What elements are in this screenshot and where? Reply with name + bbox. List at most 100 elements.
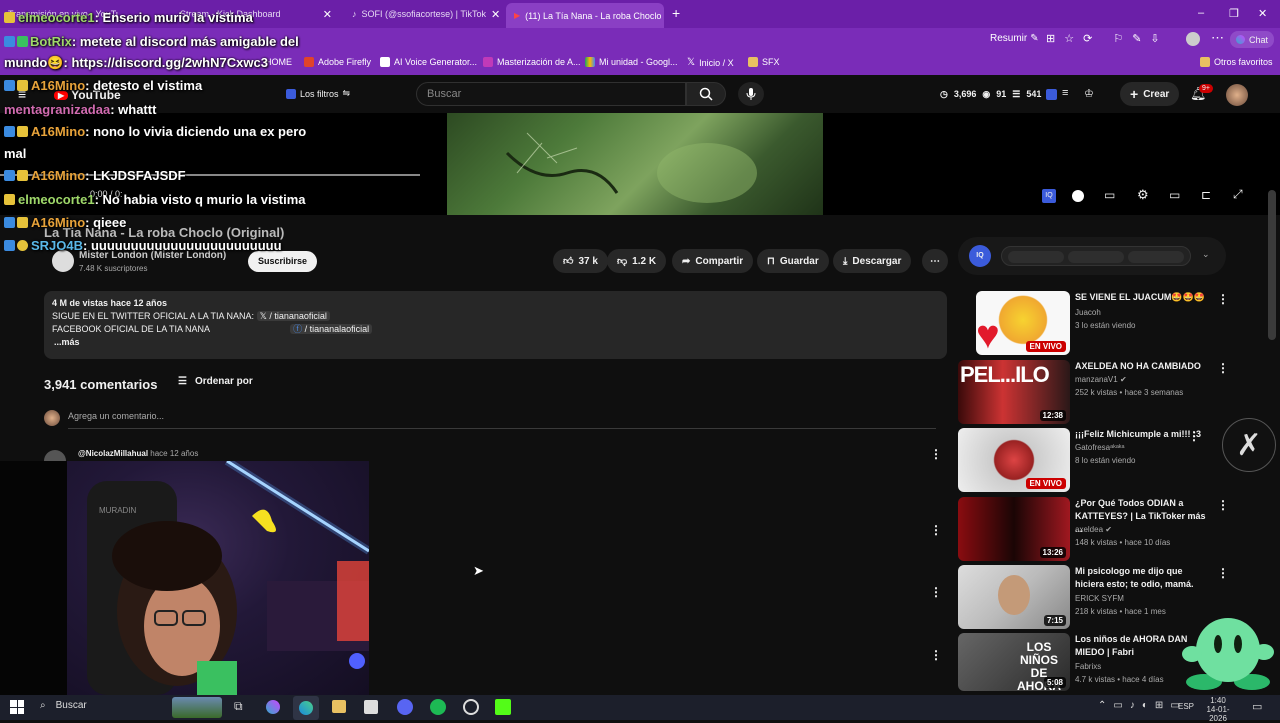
obs-icon[interactable] [463,699,479,715]
tab-tiktok[interactable]: ♪ SOFI (@ssofiacortese) | TikTok ✕ [344,4,504,24]
iq-extension-icon[interactable]: IQ [969,245,991,267]
facebook-link[interactable]: ⓕ / tiananalaoficial [290,324,373,334]
comment-menu-icon[interactable]: ⋮ [930,447,942,461]
sort-button[interactable]: ☰ Ordenar por [178,376,253,387]
copilot-chat-button[interactable]: Chat [1230,31,1275,48]
extension-icon[interactable] [1046,89,1057,100]
bookmark-x[interactable]: 𝕏 Inicio / X [687,57,734,68]
download-button[interactable]: ⤓ Descargar [833,249,912,273]
close-window-button[interactable]: ✕ [1258,7,1267,20]
edge-taskbar-icon[interactable] [293,696,319,720]
subtitles-icon[interactable]: ▭ [1104,188,1115,202]
discord-icon[interactable] [397,699,413,715]
video-menu-icon[interactable]: ⋮ [1217,566,1229,580]
extension-tab[interactable] [1068,251,1124,263]
comment-menu-icon[interactable]: ⋮ [930,648,942,662]
bookmark-google-drive[interactable]: Mi unidad - Googl... [585,57,678,67]
x-icon: 𝕏 [259,311,267,321]
video-frame[interactable] [447,113,823,215]
windows-pane [10,700,17,707]
comment-menu-icon[interactable]: ⋮ [930,523,942,537]
task-view-icon[interactable]: ⧉ [234,699,243,714]
search-label: Buscar [55,700,87,711]
search-input[interactable]: Buscar [416,82,686,106]
iq-icon[interactable]: IQ [1042,189,1056,203]
list-icon[interactable]: ≡ [1062,87,1068,99]
recommended-video[interactable]: 7:15 Mi psicologo me dijo que hiciera es… [958,565,1208,629]
bookmark-other[interactable]: Otros favoritos [1200,57,1273,67]
system-tray-icons[interactable]: ⌃▭♪◐⊞▭ [1098,700,1187,711]
chat-message: mentagranizadaa: whattt [4,99,156,121]
recommended-video[interactable]: PEL...ILO 12:38 AXELDEA NO HA CAMBIADO m… [958,360,1208,424]
profile-avatar[interactable] [1186,32,1200,46]
video-menu-icon[interactable]: ⋮ [1188,429,1200,443]
minimize-button[interactable]: – [1198,7,1204,19]
add-comment-input[interactable]: Agrega un comentario... [68,411,164,421]
chevron-down-icon[interactable]: ⌄ [1202,249,1210,260]
comment-divider [68,428,936,429]
show-more-link[interactable]: ...más [54,336,939,349]
channel-name: ERICK SYFM [1075,594,1124,603]
save-button[interactable]: ⊓ Guardar [757,249,829,273]
copilot-icon[interactable] [266,700,280,714]
comment-author[interactable]: @NicolazMillahual hace 12 años [78,449,198,458]
recommended-video[interactable]: ♥ EN VIVO SE VIENE EL JUACUM🤩🤩🤩 Juacoh 3… [958,291,1208,355]
thumbnail-text: PEL...ILO [960,362,1050,387]
clock[interactable]: 1:40 14-01-2026 [1201,696,1235,723]
close-icon[interactable]: ✕ [491,8,500,21]
settings-icon[interactable]: ⚙ [1137,187,1149,203]
autoplay-icon[interactable] [1072,190,1084,202]
sort-icon: ☰ [178,376,187,387]
bookmark-label: Masterización de A... [497,57,581,67]
chat-text: : nono lo vivia diciendo una ex pero [85,124,307,139]
like-button[interactable]: 👍︎ 37 k [553,249,608,273]
maximize-button[interactable]: ❐ [1229,7,1239,20]
more-icon[interactable]: ⋯ [1211,30,1224,46]
notification-center-icon[interactable]: ▭ [1252,700,1262,713]
fullscreen-icon[interactable]: ⤢ [1233,187,1243,202]
avatar[interactable] [1226,84,1248,106]
tab-youtube-active[interactable]: ▶(11) La Tía Nana - La roba Choclo✕ [506,3,664,28]
file-explorer-icon[interactable] [332,700,346,713]
chat-user: SRJO4B [31,238,84,253]
theater-icon[interactable]: ▭ [1169,188,1180,202]
comment-menu-icon[interactable]: ⋮ [930,585,942,599]
bookmark-home[interactable]: HOME [265,57,292,67]
recommended-video[interactable]: 13:26 ¿Por Qué Todos ODIAN a KATTEYES? |… [958,497,1208,561]
resume-button[interactable]: Resumir ✎ [990,33,1039,44]
close-icon[interactable]: ✕ [323,8,332,21]
weather-widget[interactable] [172,697,222,718]
extension-tabs[interactable] [1001,246,1191,266]
bookmark-adobe-firefly[interactable]: Adobe Firefly [304,57,371,67]
more-actions-button[interactable]: ⋯ [922,249,948,273]
recommended-video[interactable]: EN VIVO ¡¡¡Feliz Michicumple a mi!!! :3 … [958,428,1208,492]
windows-start-icon[interactable] [10,700,24,714]
extension-tab[interactable] [1008,251,1064,263]
store-icon[interactable] [364,700,378,714]
recommended-video[interactable]: LOS NIÑOS DE AHORA 5:08 Los niños de AHO… [958,633,1208,691]
language-indicator[interactable]: ESP [1178,702,1194,711]
bookmark-ai-voice[interactable]: AI Voice Generator... [380,57,477,67]
new-tab-button[interactable]: + [672,5,680,21]
scrollbar[interactable] [1268,190,1276,340]
video-menu-icon[interactable]: ⋮ [1217,292,1229,306]
create-button[interactable]: + Crear [1120,82,1180,106]
bookmark-sfx[interactable]: SFX [748,57,780,67]
spotify-icon[interactable] [430,699,446,715]
toolbar-icons[interactable]: ⊞☆⟳ ⚐✎⇩ [1046,32,1169,45]
trophy-icon[interactable]: ♔ [1084,87,1094,100]
cast-icon[interactable]: ⊏ [1201,188,1211,202]
kick-icon[interactable] [495,699,511,715]
search-button[interactable] [686,82,726,106]
description-box[interactable]: 4 M de vistas hace 12 años SIGUE EN EL T… [44,291,947,359]
dislike-button[interactable]: 👎︎ 1.2 K [607,249,667,273]
video-menu-icon[interactable]: ⋮ [1217,498,1229,512]
voice-search-button[interactable] [738,82,764,106]
twitter-link[interactable]: 𝕏 / tiananaoficial [256,311,330,321]
filters-button[interactable]: Los filtros ⇋ [286,88,350,99]
bookmark-masterizacion[interactable]: Masterización de A... [483,57,581,67]
extension-tab[interactable] [1128,251,1184,263]
windows-pane [17,707,24,714]
video-menu-icon[interactable]: ⋮ [1217,361,1229,375]
share-button[interactable]: ➦ Compartir [672,249,754,273]
